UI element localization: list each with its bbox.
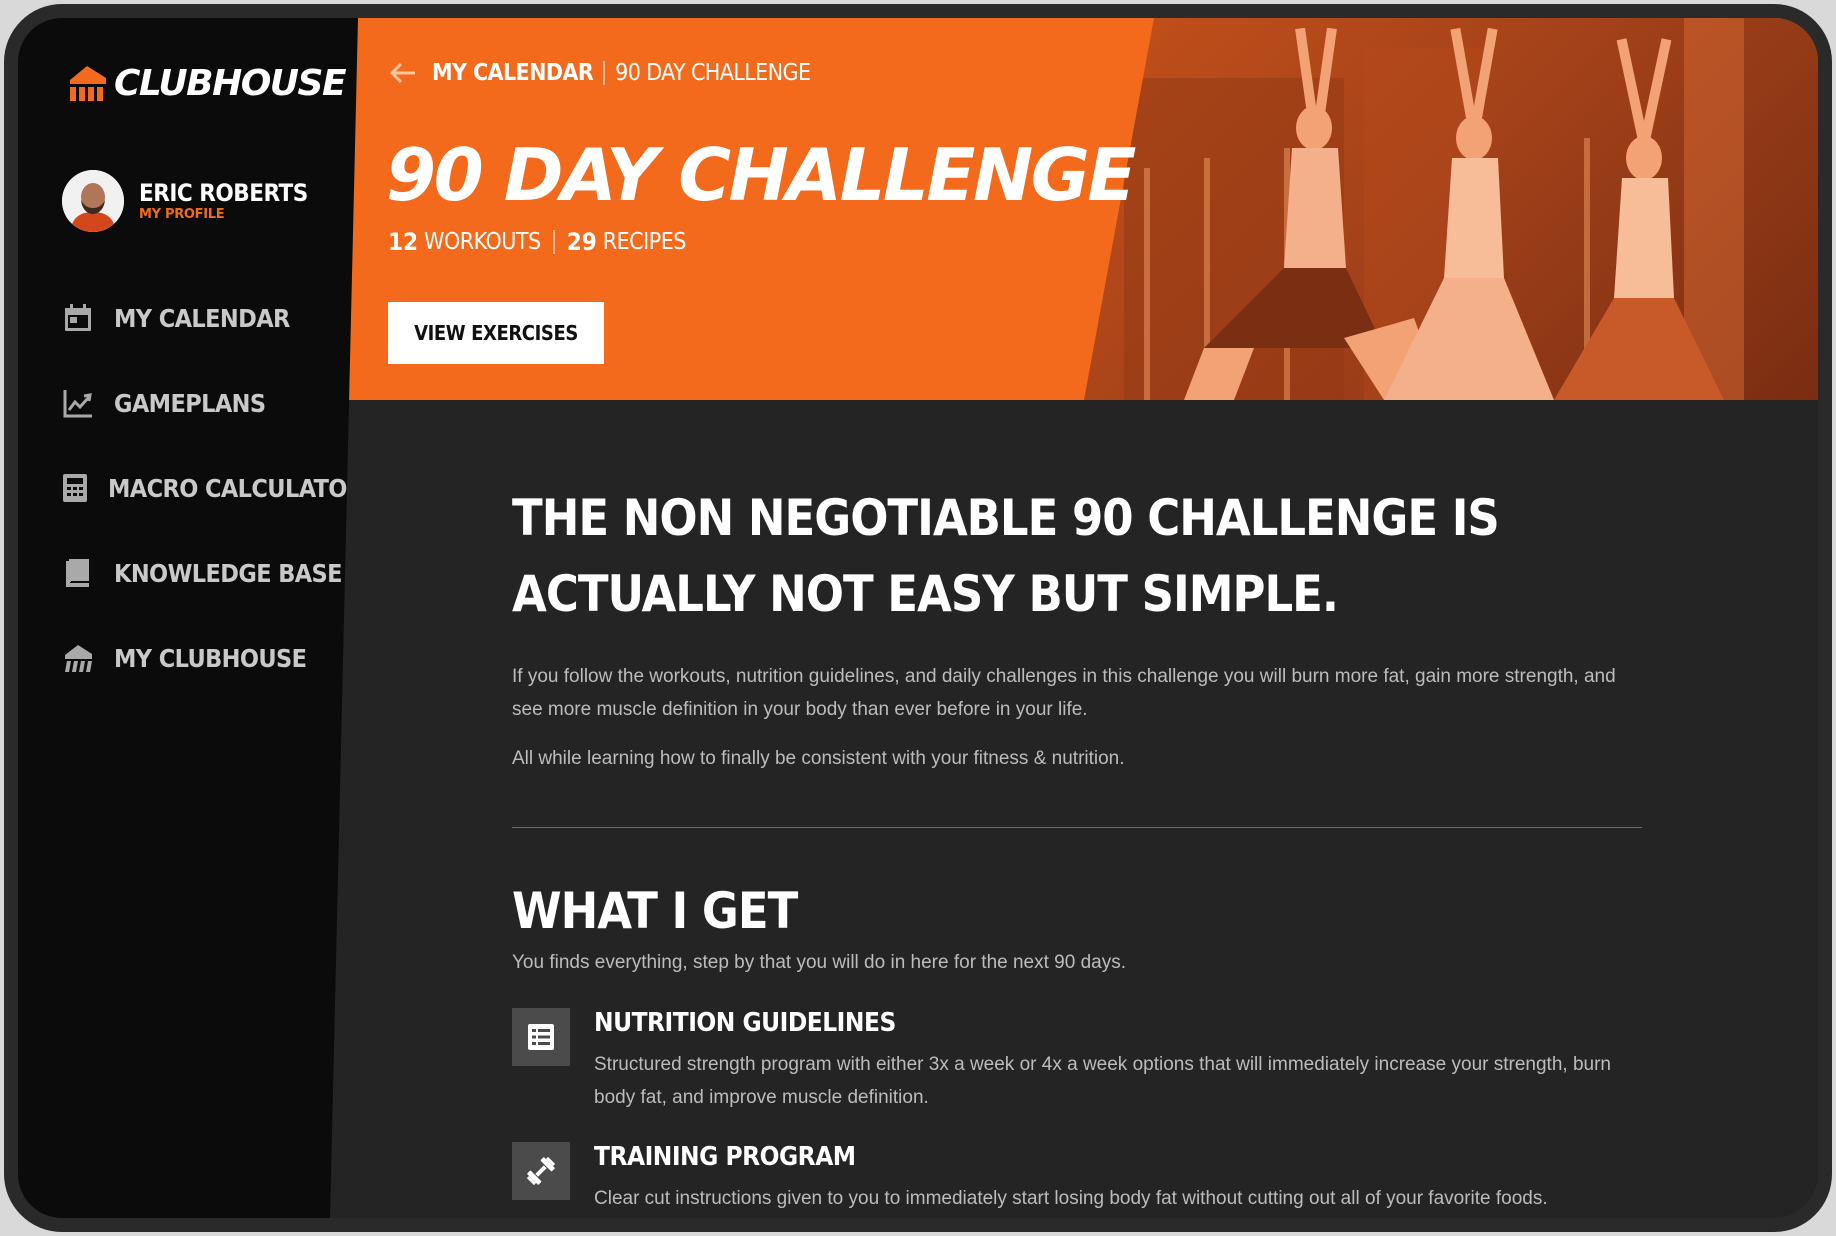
chart-line-icon (60, 385, 96, 421)
feature-text: NUTRITION GUIDELINES Structured strength… (594, 1008, 1634, 1114)
recipes-count: 29 (566, 228, 597, 256)
feature-title: TRAINING PROGRAM (594, 1142, 856, 1172)
section-subtitle: You finds everything, step by that you w… (512, 952, 1127, 973)
calendar-icon (60, 300, 96, 336)
dumbbell-icon (512, 1142, 570, 1200)
section-title: WHAT I GET (512, 882, 798, 940)
breadcrumb: MY CALENDAR 90 DAY CHALLENGE (388, 58, 811, 88)
avatar[interactable] (62, 170, 124, 232)
sidebar-item-my-clubhouse[interactable]: MY CLUBHOUSE (60, 638, 350, 678)
stats-divider (552, 230, 555, 254)
sidebar: CLUBHOUSE ERIC ROBERTS MY PROFILE MY CAL… (18, 18, 358, 1218)
feature-text: TRAINING PROGRAM Clear cut instructions … (594, 1142, 1634, 1215)
breadcrumb-parent-link[interactable]: MY CALENDAR (432, 60, 594, 86)
feature-title: NUTRITION GUIDELINES (594, 1008, 896, 1038)
profile-card[interactable]: ERIC ROBERTS MY PROFILE (62, 170, 308, 232)
sidebar-item-label: GAMEPLANS (114, 388, 266, 418)
feature-description: Clear cut instructions given to you to i… (594, 1188, 1548, 1209)
app-screen: CLUBHOUSE ERIC ROBERTS MY PROFILE MY CAL… (18, 18, 1818, 1218)
breadcrumb-divider (603, 61, 606, 85)
sidebar-item-macro-calculator[interactable]: MACRO CALCULATOR (60, 468, 358, 508)
section-divider (512, 827, 1642, 828)
feature-description: Structured strength program with either … (594, 1054, 1611, 1108)
view-exercises-button[interactable]: VIEW EXERCISES (388, 302, 604, 364)
brand-name: CLUBHOUSE (114, 62, 347, 104)
hero-banner: MY CALENDAR 90 DAY CHALLENGE 90 DAY CHAL… (334, 18, 1818, 400)
calculator-icon (60, 470, 90, 506)
sidebar-item-label: MY CLUBHOUSE (114, 643, 307, 673)
feature-item: TRAINING PROGRAM Clear cut instructions … (512, 1142, 1642, 1215)
sidebar-item-label: KNOWLEDGE BASE (114, 558, 343, 588)
feature-item: NUTRITION GUIDELINES Structured strength… (512, 1008, 1642, 1114)
hero-image (1084, 18, 1818, 400)
brand-logo[interactable]: CLUBHOUSE (66, 62, 347, 104)
sidebar-item-my-calendar[interactable]: MY CALENDAR (60, 298, 350, 338)
sidebar-item-gameplans[interactable]: GAMEPLANS (60, 383, 350, 423)
clubhouse-icon (60, 640, 96, 676)
list-icon (512, 1008, 570, 1066)
workouts-label: WORKOUTS (424, 229, 541, 255)
sidebar-nav: MY CALENDAR GAMEPLANS MACRO CALCULATOR K… (60, 298, 358, 723)
my-profile-link[interactable]: MY PROFILE (139, 207, 308, 223)
intro-paragraph-secondary: All while learning how to finally be con… (512, 748, 1125, 769)
device-frame: CLUBHOUSE ERIC ROBERTS MY PROFILE MY CAL… (4, 4, 1832, 1232)
clubhouse-logo-icon (70, 66, 106, 101)
challenge-stats: 12 WORKOUTS 29 RECIPES (388, 228, 686, 256)
sidebar-item-knowledge-base[interactable]: KNOWLEDGE BASE (60, 553, 350, 593)
hero-photo-illustration (1124, 18, 1744, 400)
page-title: 90 DAY CHALLENGE (386, 133, 1137, 217)
book-icon (60, 555, 96, 591)
sidebar-item-label: MY CALENDAR (114, 303, 290, 333)
profile-name: ERIC ROBERTS (139, 179, 308, 207)
breadcrumb-current: 90 DAY CHALLENGE (615, 60, 811, 86)
intro-paragraph: If you follow the workouts, nutrition gu… (512, 666, 1616, 720)
back-arrow-icon[interactable] (388, 58, 418, 88)
avatar-image (62, 170, 124, 232)
workouts-count: 12 (388, 228, 419, 256)
content-headline: THE NON NEGOTIABLE 90 CHALLENGE IS ACTUA… (512, 489, 1500, 623)
main-content: THE NON NEGOTIABLE 90 CHALLENGE IS ACTUA… (512, 480, 1642, 1215)
recipes-label: RECIPES (602, 229, 687, 255)
sidebar-item-label: MACRO CALCULATOR (108, 473, 364, 503)
profile-text: ERIC ROBERTS MY PROFILE (139, 179, 308, 223)
